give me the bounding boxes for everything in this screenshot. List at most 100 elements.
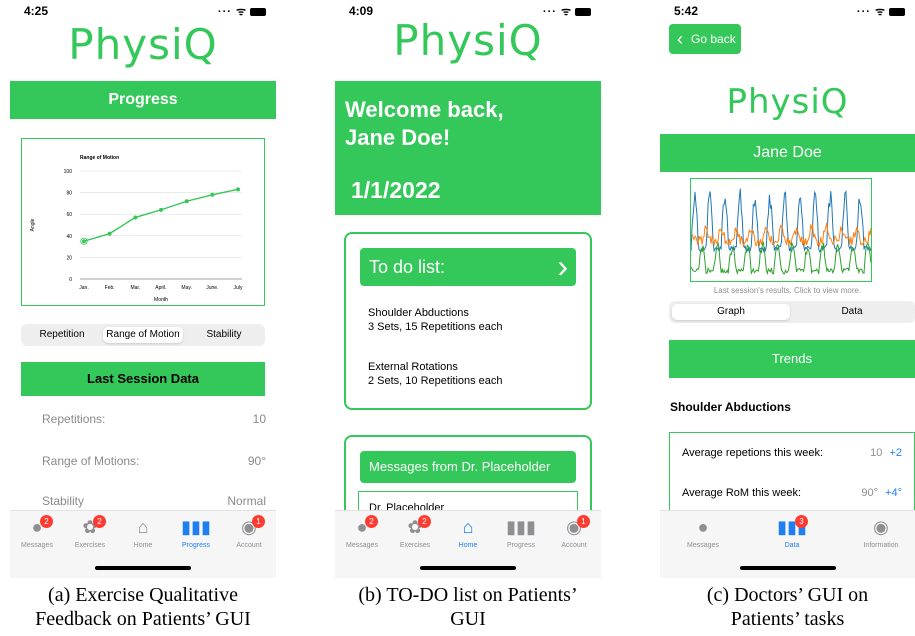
series-line <box>83 188 239 242</box>
badge: 2 <box>40 515 53 528</box>
wifi-battery-icon: ··· ᯤ <box>218 4 266 19</box>
data-point <box>210 192 215 197</box>
tab-messages[interactable]: ● 2 Messages <box>10 515 64 549</box>
chat-bubble-icon: ● <box>697 517 709 537</box>
row-label: Repetitions: <box>42 412 106 426</box>
home-indicator[interactable] <box>739 566 836 570</box>
chart-title: Range of Motion <box>80 155 119 161</box>
data-point <box>107 231 112 236</box>
patient-name-greeting: Jane Doe! <box>345 125 451 150</box>
messages-header-button[interactable]: Messages from Dr. Placeholder <box>360 451 576 483</box>
data-point <box>82 239 86 244</box>
go-back-button[interactable]: ‹ Go back <box>669 24 741 54</box>
figure-walk-icon: ✿ <box>407 517 423 537</box>
session-signal-plot <box>691 188 871 276</box>
tab-progress[interactable]: ▮▮▮ Progress <box>169 517 223 549</box>
graph-caption[interactable]: Last session's results. Click to view mo… <box>660 286 915 295</box>
battery-icon <box>889 8 905 17</box>
chevron-left-icon: ‹ <box>677 29 683 49</box>
date-label: 1/1/2022 <box>351 177 441 203</box>
status-bar: 5:42 ··· ᯤ <box>660 0 915 22</box>
x-tick-label: July <box>234 285 243 291</box>
y-tick-label: 100 <box>64 169 73 175</box>
row-label: Stability <box>42 494 85 508</box>
row-value: 10 <box>252 412 266 426</box>
home-indicator[interactable] <box>420 566 516 570</box>
x-axis-label: Month <box>154 297 168 303</box>
tab-home[interactable]: ⌂ Home <box>441 517 495 549</box>
session-graph[interactable] <box>690 178 872 282</box>
bar-chart-icon: ▮▮▮ <box>777 517 807 537</box>
x-tick-label: Jan. <box>79 285 88 291</box>
segment-graph[interactable]: Graph <box>672 304 790 320</box>
caption-line: GUI <box>450 608 486 630</box>
figure-walk-icon: ✿ <box>82 517 98 537</box>
segment-data[interactable]: Data <box>793 304 911 320</box>
tab-label: Home <box>458 542 478 549</box>
segment-stability[interactable]: Stability <box>186 327 262 343</box>
x-tick-label: Mar. <box>130 285 140 291</box>
todo-item[interactable]: Shoulder Abductions 3 Sets, 15 Repetitio… <box>368 306 503 334</box>
todo-item[interactable]: External Rotations 2 Sets, 10 Repetition… <box>368 360 503 388</box>
welcome-banner: Welcome back, Jane Doe! 1/1/2022 <box>335 81 601 215</box>
patient-name-header: Jane Doe <box>660 134 915 172</box>
segment-repetition[interactable]: Repetition <box>24 327 100 343</box>
todo-title: To do list: <box>369 257 446 277</box>
tab-label: Progress <box>506 542 535 549</box>
data-point <box>184 199 189 204</box>
todo-header-button[interactable]: To do list: › <box>360 248 576 286</box>
person-circle-icon: ◉ <box>873 517 889 537</box>
badge: 2 <box>93 515 106 528</box>
tab-exercises[interactable]: ✿ 2 Exercises <box>63 515 117 549</box>
person-circle-icon: ◉ <box>566 517 582 537</box>
todo-item-detail: 2 Sets, 10 Repetitions each <box>368 375 503 387</box>
range-of-motion-chart: Range of Motion 0 20 40 60 80 100 Angle Month Jan… <box>30 155 243 303</box>
stat-row-repetitions: Average repetions this week: 10 +2 <box>682 447 902 459</box>
section-title: Last Session Data <box>21 362 265 396</box>
data-row-repetitions: Repetitions: 10 <box>42 412 266 426</box>
tab-messages[interactable]: ● Messages <box>676 517 730 549</box>
x-tick-label: May. <box>181 285 191 291</box>
tab-label: Progress <box>181 542 210 549</box>
tab-progress[interactable]: ▮▮▮ Progress <box>494 517 548 549</box>
tab-data[interactable]: ▮▮▮ 3 Data <box>765 515 819 549</box>
house-icon: ⌂ <box>462 517 474 537</box>
segment-range-of-motion[interactable]: Range of Motion <box>103 327 183 343</box>
caption-line: Feedback on Patients’ GUI <box>35 608 251 630</box>
caption-line: Patients’ tasks <box>730 608 845 630</box>
tab-account[interactable]: ◉ 1 Account <box>547 515 601 549</box>
tab-exercises[interactable]: ✿ 2 Exercises <box>388 515 442 549</box>
data-point <box>133 215 138 220</box>
bar-chart-icon: ▮▮▮ <box>506 517 536 537</box>
stat-label: Average RoM this week: <box>682 487 802 499</box>
figure-caption: (c) Doctors’ GUI on Patients’ tasks <box>660 583 915 631</box>
figure-caption: (b) TO-DO list on Patients’ GUI <box>335 583 601 631</box>
panel-a: 4:25 ··· ᯤ PhysiQ Progress Range of Moti… <box>10 0 276 636</box>
x-tick-label: April. <box>155 285 166 291</box>
y-tick-label: 60 <box>66 212 72 218</box>
exercise-title: Shoulder Abductions <box>670 400 791 414</box>
stat-delta: +4° <box>885 487 902 499</box>
tab-information[interactable]: ◉ Information <box>854 517 908 549</box>
tab-label: Information <box>863 542 899 549</box>
y-tick-label: 40 <box>66 234 72 240</box>
figure-caption: (a) Exercise Qualitative Feedback on Pat… <box>10 583 276 631</box>
badge: 1 <box>577 515 590 528</box>
tab-label: Account <box>236 542 262 549</box>
chat-bubble-icon: ● <box>31 517 43 537</box>
todo-item-name: External Rotations <box>368 361 458 373</box>
caption-line: (b) TO-DO list on Patients’ <box>358 584 578 606</box>
data-row-range: Range of Motions: 90° <box>42 454 266 468</box>
view-segmented-control: Graph Data <box>669 301 915 323</box>
row-label: Range of Motions: <box>42 454 140 468</box>
status-time: 4:25 <box>24 4 49 18</box>
go-back-label: Go back <box>691 32 736 46</box>
todo-item-detail: 3 Sets, 15 Repetitions each <box>368 321 503 333</box>
tab-home[interactable]: ⌂ Home <box>116 517 170 549</box>
y-tick-label: 0 <box>69 277 72 283</box>
app-logo: PhysiQ <box>393 16 543 65</box>
tab-messages[interactable]: ● 2 Messages <box>335 515 389 549</box>
phone-screen-progress: 4:25 ··· ᯤ PhysiQ Progress Range of Moti… <box>10 0 276 578</box>
home-indicator[interactable] <box>95 566 191 570</box>
tab-account[interactable]: ◉ 1 Account <box>222 515 276 549</box>
